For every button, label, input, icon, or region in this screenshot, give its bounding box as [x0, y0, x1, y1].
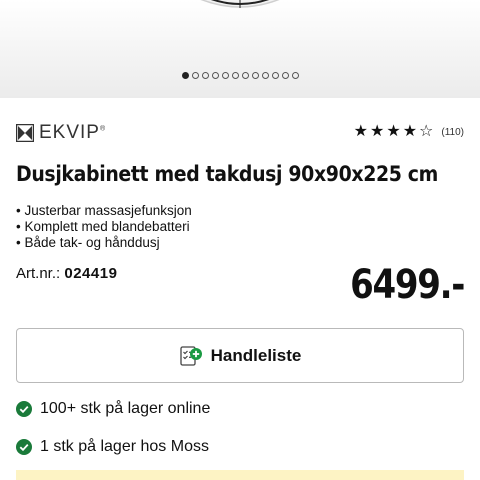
artnr-label: Art.nr.:: [16, 265, 61, 282]
add-to-shopping-list-button[interactable]: Handleliste: [16, 328, 464, 383]
shopping-list-label: Handleliste: [210, 345, 302, 365]
brand-name: EKVIP®: [39, 122, 107, 143]
gallery-dot[interactable]: [211, 72, 219, 79]
feature-item: Både tak- og hånddusj: [16, 235, 192, 251]
brand-logo[interactable]: EKVIP®: [16, 122, 106, 144]
star-filled-icon: ★: [386, 123, 401, 140]
star-filled-icon: ★: [370, 123, 385, 140]
product-price: 6499.-: [349, 262, 465, 308]
star-filled-icon: ★: [402, 123, 418, 140]
feature-item: Justerbar massasjefunksjon: [16, 203, 191, 219]
gallery-dots: [0, 72, 480, 79]
rating-count: (110): [441, 126, 464, 138]
product-title: Dusjkabinett med takdusj 90x90x225 cm: [16, 162, 439, 186]
stock-store[interactable]: 1 stk på lager hos Moss: [16, 438, 209, 456]
gallery-dot[interactable]: [291, 72, 299, 79]
gallery-dot[interactable]: [221, 72, 229, 79]
image-gallery[interactable]: [0, 0, 480, 98]
stock-online: 100+ stk på lager online: [16, 400, 210, 418]
shopping-list-add-icon: [179, 345, 202, 366]
product-image[interactable]: [191, 0, 289, 20]
gallery-dot[interactable]: [231, 72, 239, 79]
feature-item: Komplett med blandebatteri: [16, 219, 192, 235]
gallery-dot[interactable]: [261, 72, 269, 79]
product-rating[interactable]: ★ ★ ★ ★ ☆ (110): [354, 124, 464, 140]
check-circle-icon: [16, 401, 32, 417]
stock-online-text: 100+ stk på lager online: [40, 400, 211, 417]
info-banner: [16, 470, 464, 480]
artnr-value: 024419: [64, 265, 118, 282]
article-number: Art.nr.: 024419: [16, 265, 117, 282]
gallery-dot[interactable]: [201, 72, 209, 79]
star-filled-icon: ★: [353, 123, 369, 140]
gallery-dot[interactable]: [181, 72, 189, 79]
ekvip-logo-icon: [16, 124, 34, 142]
check-circle-icon: [16, 439, 32, 455]
feature-list: Justerbar massasjefunksjon Komplett med …: [16, 203, 192, 251]
gallery-dot[interactable]: [251, 72, 259, 79]
star-empty-icon: ☆: [419, 123, 434, 140]
stock-store-text: 1 stk på lager hos Moss: [40, 438, 209, 455]
gallery-dot[interactable]: [241, 72, 249, 79]
gallery-dot[interactable]: [191, 72, 199, 79]
gallery-dot[interactable]: [271, 72, 279, 79]
gallery-dot[interactable]: [281, 72, 289, 79]
